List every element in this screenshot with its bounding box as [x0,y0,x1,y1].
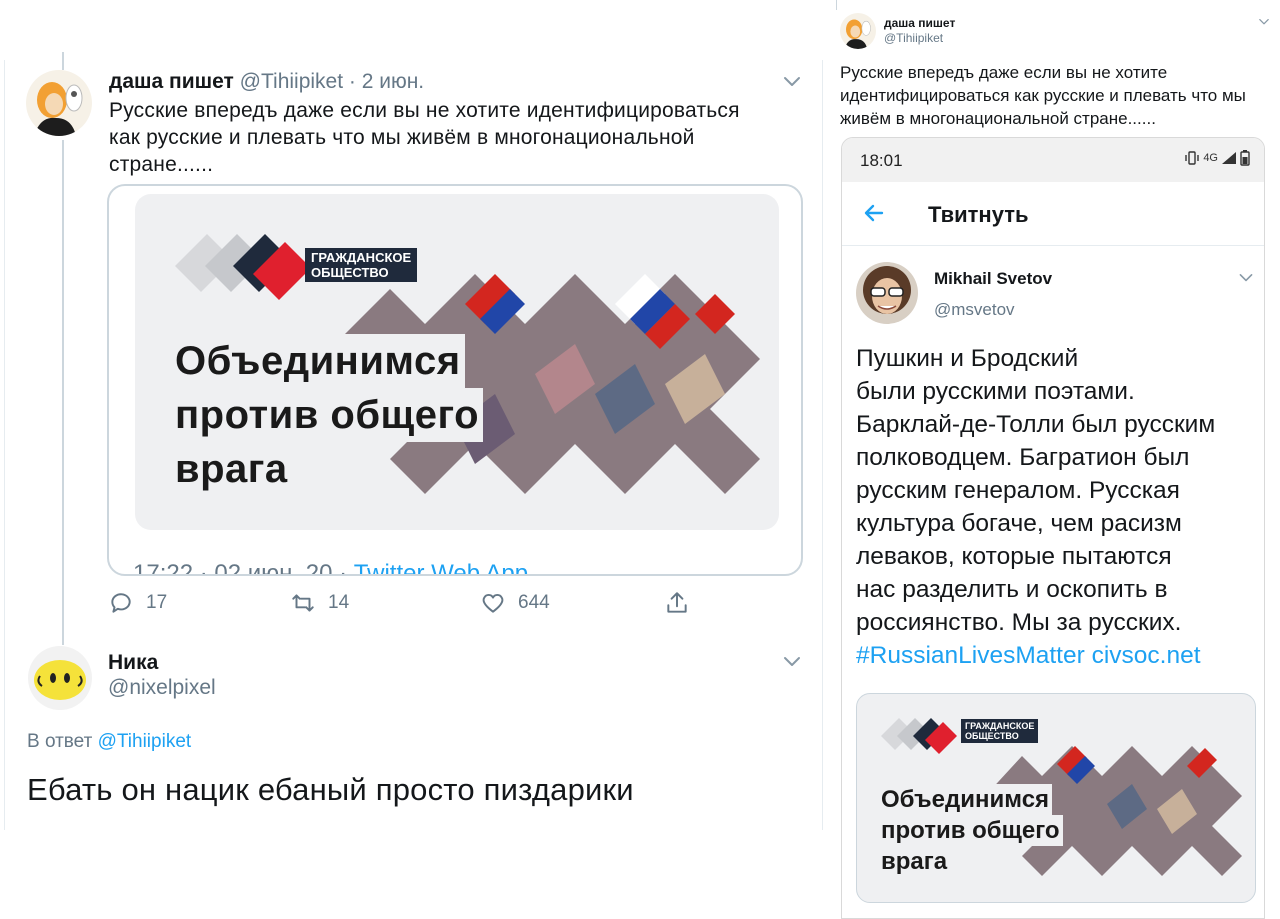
quoted-tweet-card[interactable]: ГРАЖДАНСКОЕ ОБЩЕСТВО Объединимся против … [107,184,803,576]
thread-line-top [62,52,64,70]
banner-headline: Объединимся против общего врага [881,784,1063,877]
brand-badge-line: ОБЩЕСТВО [311,265,389,280]
phone-tweet-line: леваков, которые пытаются [856,543,1172,570]
panel-border-right [822,60,823,830]
tweet-text-line: Русские впередъ даже если вы не хотите и… [109,99,740,122]
tweet-text-line: стране...... [109,153,214,176]
phone-tweet-line: были русскими поэтами. [856,378,1135,405]
like-count: 644 [518,592,550,613]
share-action[interactable] [664,590,690,616]
phone-screenshot: 18:01 4G Твитнуть Mikhail Svetov @msveto… [841,137,1265,919]
left-screenshot-panel: даша пишет @Tihiipiket · 2 июн. Русские … [0,0,825,919]
battery-icon [1240,150,1250,166]
chevron-down-icon[interactable] [1258,16,1270,28]
status-time: 18:01 [860,151,903,170]
banner-headline: Объединимся против общего врага [175,334,484,496]
brand-badge-line: ОБЩЕСТВО [965,731,1019,741]
phone-tweet-line: Пушкин и Бродский [856,345,1079,372]
reply-action[interactable]: 17 [108,590,167,616]
retweet-action[interactable]: 14 [290,590,349,616]
chevron-down-icon[interactable] [782,652,802,672]
phone-tweet-text: Пушкин и Бродский были русскими поэтами.… [856,342,1260,672]
thread-line-top [836,0,837,10]
brand-badge-line: ГРАЖДАНСКОЕ [311,250,412,265]
quoted-tweet-source[interactable]: Twitter Web App [354,560,528,574]
avatar-svetov[interactable] [856,262,918,324]
banner-headline-line: врага [881,848,948,875]
vibrate-icon [1185,151,1200,165]
phone-tweet-line: полководцем. Багратион был [856,444,1190,471]
reply-count: 17 [146,592,168,613]
chevron-down-icon[interactable] [1238,270,1254,286]
banner-headline-line: против общего [175,388,484,442]
brand-badge: ГРАЖДАНСКОЕ ОБЩЕСТВО [961,719,1039,743]
tweet-text: Русские впередъ даже если вы не хотите и… [840,63,1246,128]
network-type: 4G [1203,152,1218,164]
reply-text: Ебать он нацик ебаный просто пиздарики [27,772,634,807]
phone-link-card[interactable]: ГРАЖДАНСКОЕ ОБЩЕСТВО Объединимся против … [856,693,1256,903]
author-name[interactable]: даша пишет [884,16,955,30]
share-icon [667,592,687,613]
brand-badge: ГРАЖДАНСКОЕ ОБЩЕСТВО [305,248,418,282]
banner-image[interactable]: ГРАЖДАНСКОЕ ОБЩЕСТВО Объединимся против … [135,194,779,530]
phone-author-name[interactable]: Mikhail Svetov [934,269,1052,289]
banner-headline-line: Объединимся [881,784,1053,815]
thread-line [62,140,64,645]
reply-author-name[interactable]: Ника [108,651,158,675]
phone-tweet-line: нас разделить и оскопить в [856,576,1168,603]
back-arrow-icon[interactable] [862,201,886,225]
phone-tweet-links: #RussianLivesMatter civsoc.net [856,639,1260,672]
replying-to-mention[interactable]: @Tihiipiket [98,731,192,752]
quoted-tweet-meta: 17:22 · 02 июн. 20 · Twitter Web App [133,560,528,576]
avatar-dasha[interactable] [26,70,92,136]
tweet-text-line: как русские и плевать что мы живём в мно… [109,126,695,149]
avatar-dasha[interactable] [840,13,876,49]
url-link[interactable]: civsoc.net [1092,642,1201,669]
like-action[interactable]: 644 [480,590,550,616]
brand-badge-line: ГРАЖДАНСКОЕ [965,721,1035,731]
banner-headline-line: врага [175,447,288,491]
quoted-tweet-time: 17:22 · 02 июн. 20 · [133,560,354,576]
author-name[interactable]: даша пишет [109,70,234,93]
phone-tweet-line: россиянство. Мы за русских. [856,609,1182,636]
author-meta[interactable]: @Tihiipiket · 2 июн. [240,70,425,93]
replying-to: В ответ @Tihiipiket [27,731,191,753]
banner-headline-line: против общего [881,815,1063,846]
phone-tweet-line: русским генералом. Русская [856,477,1180,504]
app-bar-title: Твитнуть [928,202,1029,227]
avatar-nika[interactable] [28,646,92,710]
retweet-icon [292,594,314,612]
reply-author-handle[interactable]: @nixelpixel [108,676,216,700]
banner-headline-line: Объединимся [175,334,465,388]
app-bar: Твитнуть [842,182,1264,246]
replying-to-prefix: В ответ [27,731,98,752]
tweet-text: Русские впередъ даже если вы не хотите и… [109,97,809,178]
retweet-count: 14 [328,592,350,613]
heart-icon [482,593,504,613]
phone-author-handle[interactable]: @msvetov [934,300,1015,320]
chevron-down-icon[interactable] [782,72,802,92]
status-bar: 18:01 4G [842,138,1264,182]
right-screenshot-panel: даша пишет @Tihiipiket Русские впередъ д… [826,0,1280,919]
phone-tweet-line: культура богаче, чем расизм [856,510,1182,537]
author-handle[interactable]: @Tihiipiket [884,31,943,45]
hashtag-link[interactable]: #RussianLivesMatter [856,642,1085,669]
panel-border-left [4,60,5,830]
phone-tweet-line: Барклай-де-Толли был русским [856,411,1216,438]
reply-icon [111,593,131,613]
status-icons: 4G [1184,150,1250,166]
tweet-header: даша пишет @Tihiipiket · 2 июн. [109,70,424,94]
signal-icon [1222,152,1236,164]
